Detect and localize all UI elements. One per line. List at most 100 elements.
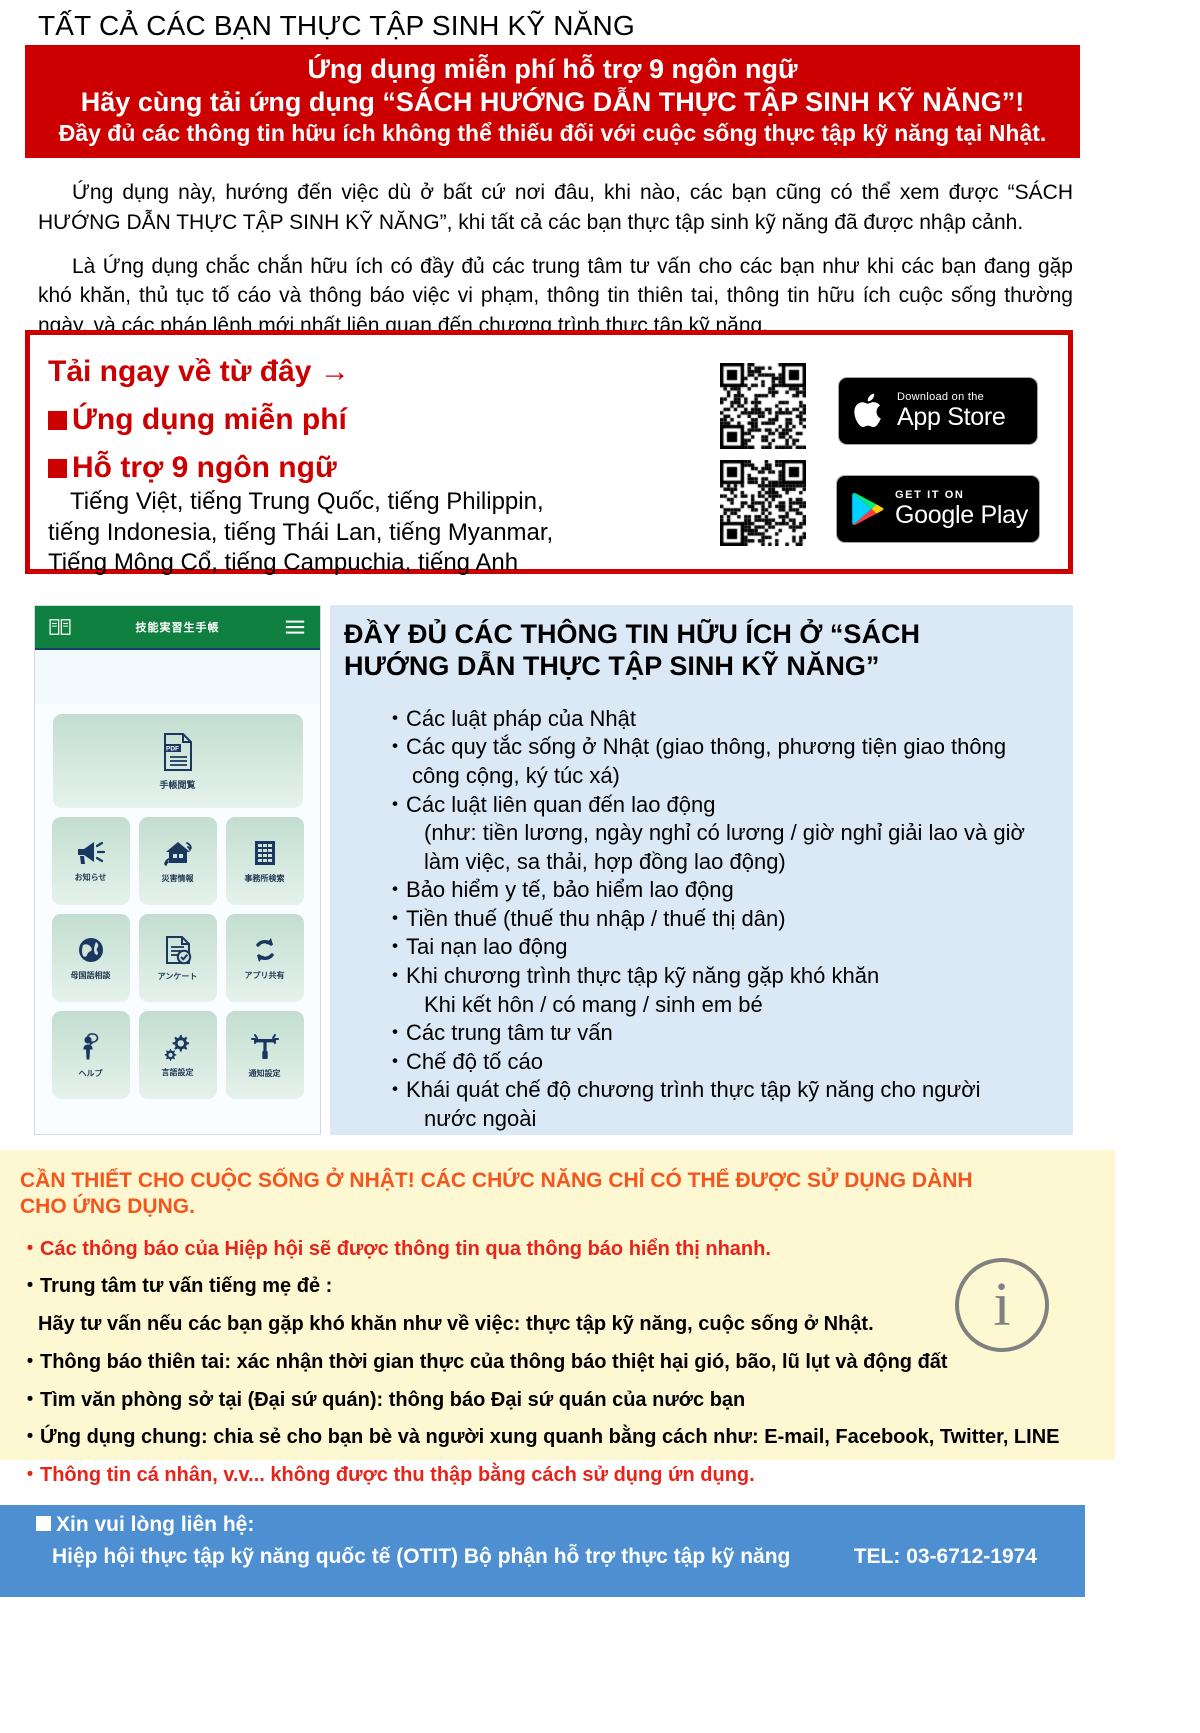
book-contents-item: nước ngoài [424,1106,537,1132]
app-store-badge[interactable]: Download on the App Store [838,377,1038,445]
app-tile-disaster[interactable]: 災害情報 [138,817,217,905]
share-refresh-icon [255,937,274,962]
intro-text: Ứng dụng này, hướng đến việc dù ở bất cứ… [38,178,1073,355]
language-line-1: Tiếng Việt, tiếng Trung Quốc, tiếng Phil… [70,488,544,515]
app-store-badge-text: Download on the App Store [897,391,1006,431]
book-contents-item: Chế độ tố cáo [384,1048,1061,1077]
pdf-document-icon: PDF [163,732,192,771]
square-bullet-icon [36,1516,51,1531]
square-bullet-icon [48,459,67,478]
qr-code-app-store[interactable] [720,363,806,449]
qr-code-google-play[interactable] [720,460,806,546]
google-play-badge[interactable]: GET IT ON Google Play [836,475,1040,543]
google-play-badge-small: GET IT ON [895,489,965,502]
app-store-badge-small: Download on the [897,391,985,404]
app-tile-language-settings[interactable]: 言語設定 [138,1011,217,1099]
book-contents-title-line-2: HƯỚNG DẪN THỰC TẬP SINH KỸ NĂNG” [344,650,880,681]
app-tile-news[interactable]: お知らせ [51,817,130,905]
download-bullet-free: Ứng dụng miễn phí [48,403,688,437]
survey-check-icon [165,935,191,964]
app-tile-survey[interactable]: アンケート [138,914,217,1002]
poster-page: TẤT CẢ CÁC BẠN THỰC TẬP SINH KỸ NĂNG Ứng… [0,0,1200,1733]
download-heading: Tải ngay về từ đây → [48,355,350,388]
google-play-logo-icon [852,492,884,526]
app-only-feature-item: ・Thông tin cá nhân, v.v... không được th… [20,1464,755,1487]
book-contents-item: Tai nạn lao động [384,933,1061,962]
hamburger-icon[interactable] [284,618,306,636]
book-contents-item: Tiền thuế (thuế thu nhập / thuế thị dân) [384,905,1061,934]
banner-line-3: Đầy đủ các thông tin hữu ích không thể t… [58,119,1047,146]
app-tile-grid: お知らせ 災害情報 事務所検索 母国語相談 アンケート アプリ共有 ヘルプ 言語… [35,817,320,1099]
app-tile-notification-settings[interactable]: 通知設定 [225,1011,304,1099]
contact-details: Hiệp hội thực tập kỹ năng quốc tế (OTIT)… [18,1545,1067,1569]
download-bullet-languages: Hỗ trợ 9 ngôn ngữ [48,451,688,485]
app-only-feature-item: ・Tìm văn phòng sở tại (Đại sứ quán): thô… [20,1388,746,1411]
contact-label: Xin vui lòng liên hệ: [36,1513,1067,1537]
language-line-3: Tiếng Mông Cổ, tiếng Campuchia, tiếng An… [48,549,519,577]
red-banner: Ứng dụng miễn phí hỗ trợ 9 ngôn ngữ Hãy … [25,45,1080,158]
book-contents-item: Khi kết hôn / có mang / sinh em bé [424,991,763,1017]
book-contents-item: (như: tiền lương, ngày nghỉ có lương / g… [424,820,1025,846]
download-box: Tải ngay về từ đây → Ứng dụng miễn phí H… [25,330,1073,576]
apple-logo-icon [854,393,881,428]
contact-telephone: TEL: 03-6712-1974 [853,1545,1037,1568]
language-line-2: tiếng Indonesia, tiếng Thái Lan, tiếng M… [48,518,554,546]
app-tile-share[interactable]: アプリ共有 [225,914,304,1002]
contact-footer: Xin vui lòng liên hệ: Hiệp hội thực tập … [0,1505,1085,1597]
contact-label-text: Xin vui lòng liên hệ: [56,1513,255,1536]
book-contents-item: Khái quát chế độ chương trình thực tập k… [384,1076,1061,1105]
app-tile-label: 言語設定 [161,1067,194,1077]
globe-icon [78,937,103,962]
person-help-icon [82,1032,98,1059]
app-tile-label: 母国語相談 [70,970,111,980]
intro-paragraph-1: Ứng dụng này, hướng đến việc dù ở bất cứ… [38,181,1073,234]
app-tile-label: アンケート [157,971,198,981]
app-tile-label: 手帳閲覧 [159,779,196,790]
book-contents-item: Khi chương trình thực tập kỹ năng gặp kh… [384,962,1061,991]
app-tile-help[interactable]: ヘルプ [51,1011,130,1099]
app-tile-label: お知らせ [74,872,107,882]
app-only-feature-item: ・Các thông báo của Hiệp hội sẽ được thôn… [20,1237,771,1260]
google-play-badge-text: GET IT ON Google Play [895,490,1028,528]
app-only-feature-list: ・Các thông báo của Hiệp hội sẽ được thôn… [20,1237,1095,1489]
book-contents-list: Các luật pháp của NhậtCác quy tắc sống ở… [344,705,1061,1134]
app-store-badge-big: App Store [897,402,1006,431]
download-bullet-languages-label: Hỗ trợ 9 ngôn ngữ [72,451,337,484]
contact-organization: Hiệp hội thực tập kỹ năng quốc tế (OTIT)… [52,1545,791,1568]
book-contents-item: Các luật pháp của Nhật [384,705,1061,734]
book-icon [49,619,71,635]
svg-text:PDF: PDF [166,745,179,752]
megaphone-icon [77,841,105,864]
app-tile-native-language-consult[interactable]: 母国語相談 [51,914,130,1002]
app-only-heading: CẦN THIẾT CHO CUỘC SỐNG Ở NHẬT! CÁC CHỨC… [20,1168,1095,1221]
book-contents-item: công cộng, ký túc xá) [412,762,620,788]
app-banner-area [35,650,320,704]
book-contents-item: Các quy tắc sống ở Nhật (giao thông, phư… [384,733,1061,762]
book-contents-item: Các trung tâm tư vấn [384,1019,1061,1048]
download-text-column: Tải ngay về từ đây → Ứng dụng miễn phí H… [48,345,688,579]
app-tile-office-search[interactable]: 事務所検索 [225,817,304,905]
app-only-feature-item: ・Trung tâm tư vấn tiếng mẹ đẻ : [20,1275,333,1298]
app-only-heading-line-1: CẦN THIẾT CHO CUỘC SỐNG Ở NHẬT! CÁC CHỨC… [20,1169,973,1192]
square-bullet-icon [48,411,67,430]
banner-line-1: Ứng dụng miễn phí hỗ trợ 9 ngôn ngữ [307,54,798,84]
app-only-heading-line-2: CHO ỨNG DỤNG. [20,1195,195,1219]
book-contents-panel: ĐẦY ĐỦ CÁC THÔNG TIN HỮU ÍCH Ở “SÁCH HƯỚ… [330,605,1073,1135]
intro-paragraph-2: Là Ứng dụng chắc chắn hữu ích có đầy đủ … [38,254,1073,338]
app-tile-label: ヘルプ [78,1068,103,1078]
app-tile-handbook[interactable]: PDF 手帳閲覧 [52,714,303,808]
download-bullet-free-label: Ứng dụng miễn phí [72,403,347,436]
book-contents-title-line-1: ĐẦY ĐỦ CÁC THÔNG TIN HỮU ÍCH Ở “SÁCH [344,619,920,649]
app-only-feature-item: ・Thông báo thiên tai: xác nhận thời gian… [20,1350,948,1373]
info-icon: i [955,1258,1049,1352]
app-tile-label: アプリ共有 [244,970,285,980]
app-tile-label: 通知設定 [248,1068,281,1078]
house-shaking-icon [163,841,192,866]
app-title: 技能実習生手帳 [135,622,220,634]
google-play-badge-big: Google Play [895,500,1028,529]
book-contents-item: làm việc, sa thải, hợp đồng lao động) [424,848,786,874]
office-building-icon [254,840,275,865]
gears-icon [164,1034,189,1061]
app-only-features-panel: CẦN THIẾT CHO CUỘC SỐNG Ở NHẬT! CÁC CHỨC… [0,1150,1115,1486]
app-tile-label: 災害情報 [161,873,194,883]
